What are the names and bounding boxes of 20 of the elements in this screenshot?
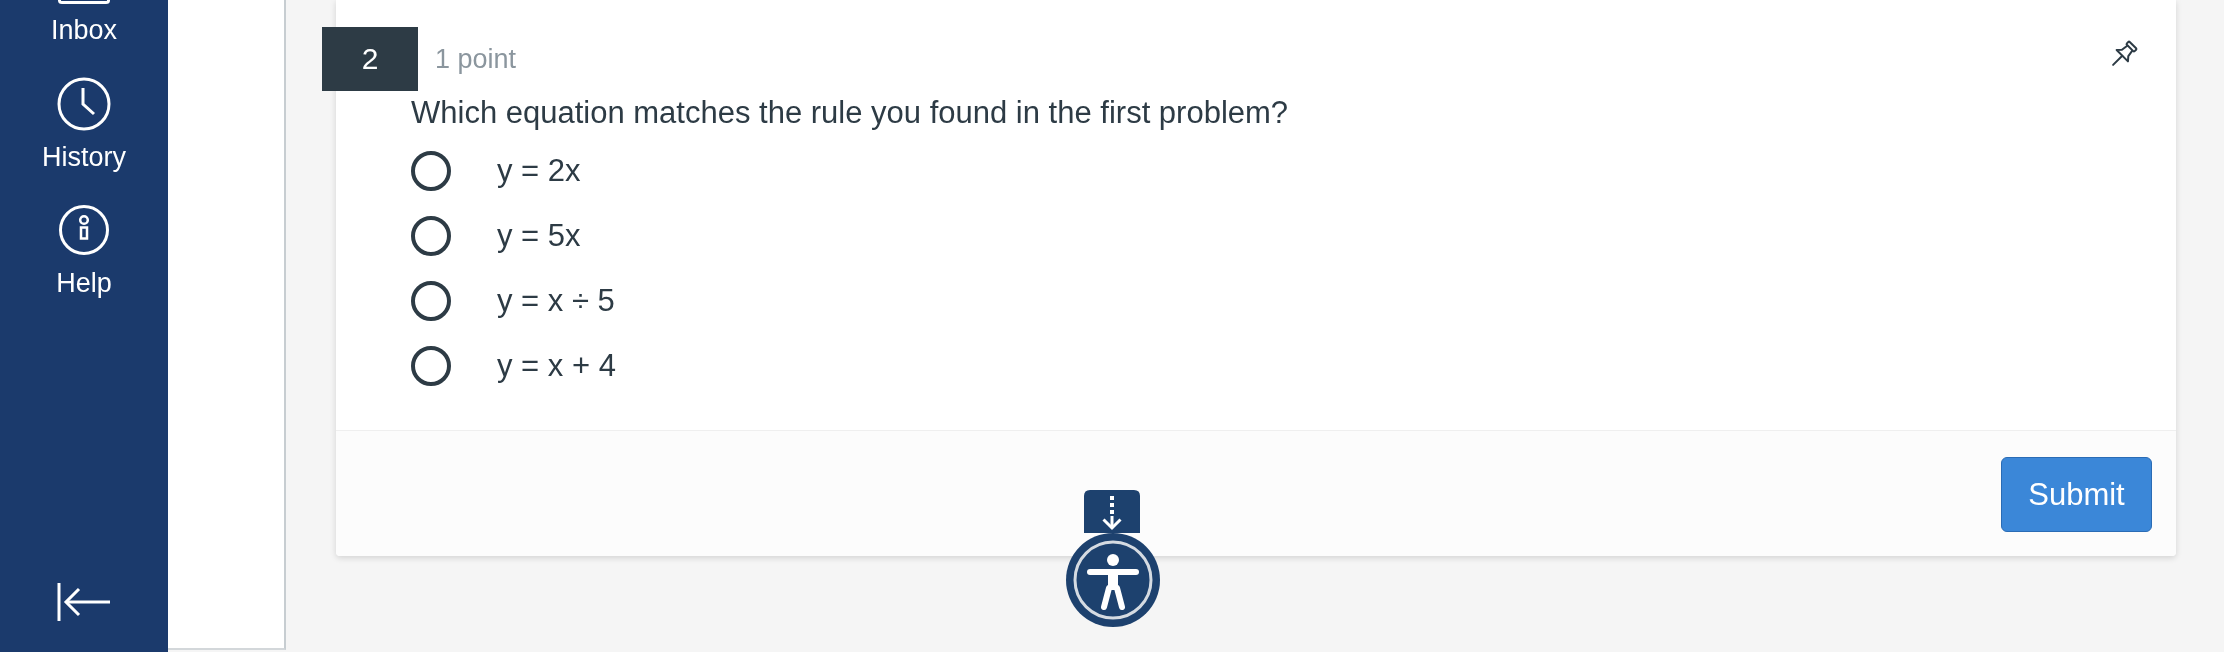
question-number: 2 bbox=[322, 27, 418, 91]
submit-button[interactable]: Submit bbox=[2001, 457, 2152, 532]
inbox-icon bbox=[58, 0, 110, 4]
collapse-button[interactable] bbox=[57, 582, 111, 622]
answer-option[interactable]: y = 2x bbox=[411, 138, 581, 203]
sidebar-link[interactable]: History bbox=[42, 77, 126, 172]
sidebar-link[interactable]: Help bbox=[56, 205, 112, 298]
answer-option[interactable]: y = x ÷ 5 bbox=[411, 268, 615, 333]
radio-button[interactable] bbox=[411, 150, 451, 191]
question-text: Which equation matches the rule you found in the first problem? bbox=[411, 94, 1290, 132]
radio-button[interactable] bbox=[411, 215, 451, 256]
sidebar-link[interactable]: Inbox bbox=[50, 0, 118, 45]
clock-icon bbox=[57, 77, 111, 131]
radio-button[interactable] bbox=[411, 280, 451, 321]
answer-option[interactable]: y = 5x bbox=[411, 203, 581, 268]
radio-button[interactable] bbox=[411, 345, 451, 386]
info-icon bbox=[59, 205, 109, 255]
points-label: 1 point bbox=[435, 43, 517, 75]
accessibility-icon[interactable] bbox=[1066, 533, 1160, 627]
answer-option[interactable]: y = x + 4 bbox=[411, 333, 616, 398]
